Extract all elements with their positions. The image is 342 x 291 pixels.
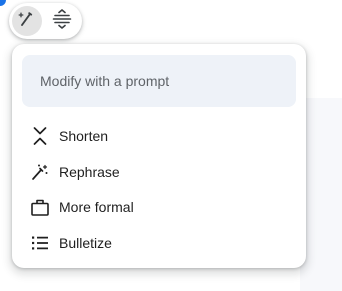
menu-item-shorten[interactable]: Shorten — [12, 119, 306, 153]
menu-item-label: Bulletize — [59, 235, 112, 251]
menu-item-bulletize[interactable]: Bulletize — [12, 226, 306, 260]
magic-pen-icon — [17, 9, 37, 34]
floating-toolbar — [9, 3, 82, 39]
text-spacing-icon — [52, 8, 72, 34]
menu-item-label: Shorten — [59, 128, 109, 144]
cursor-indicator-icon — [0, 0, 6, 6]
briefcase-icon — [30, 197, 50, 217]
menu-item-rephrase[interactable]: Rephrase — [12, 155, 306, 189]
sparkle-wand-icon — [30, 162, 50, 182]
stage: Modify with a prompt Shorten Rephrase Mo… — [0, 0, 342, 291]
menu-item-label: Rephrase — [59, 164, 120, 180]
text-spacing-button[interactable] — [47, 6, 77, 36]
menu-item-label: More formal — [59, 199, 134, 215]
bulleted-list-icon — [30, 233, 50, 253]
magic-pen-button[interactable] — [12, 6, 42, 36]
shorten-icon — [30, 126, 50, 146]
background-area — [300, 98, 342, 291]
prompt-placeholder: Modify with a prompt — [40, 73, 170, 89]
prompt-input[interactable]: Modify with a prompt — [22, 55, 296, 107]
rewrite-menu-panel: Modify with a prompt Shorten Rephrase Mo… — [12, 44, 306, 268]
menu-item-more-formal[interactable]: More formal — [12, 190, 306, 224]
